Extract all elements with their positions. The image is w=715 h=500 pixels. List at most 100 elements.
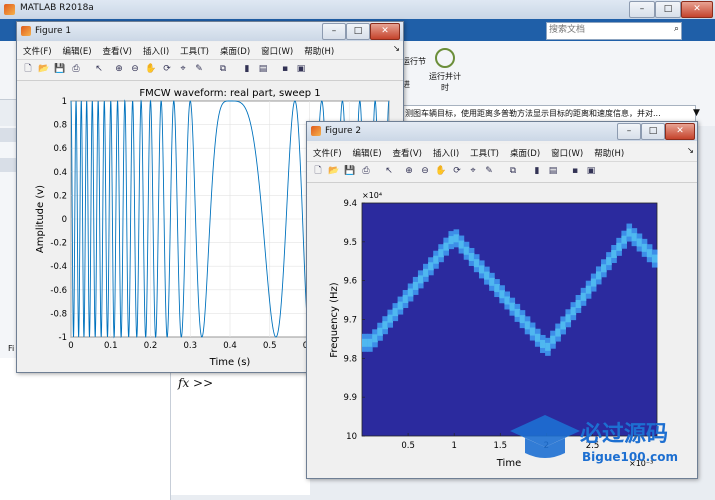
heatmap-cell bbox=[397, 301, 404, 310]
legend-icon[interactable]: ▤ bbox=[547, 165, 559, 177]
new-figure-icon[interactable]: 🗋 bbox=[312, 165, 324, 177]
y-tick-label: 0.8 bbox=[53, 121, 67, 131]
figure2-menubar: 文件(F) 编辑(E) 查看(V) 插入(I) 工具(T) 桌面(D) 窗口(W) 帮助(H)… bbox=[307, 144, 697, 162]
maximize-button[interactable]: □ bbox=[655, 1, 681, 18]
show-plot-tools-icon[interactable]: ▣ bbox=[295, 63, 307, 75]
figure1-maximize-button[interactable]: □ bbox=[346, 23, 370, 40]
command-prompt: fx >> bbox=[178, 376, 214, 390]
heatmap-cell bbox=[473, 259, 480, 268]
figure2-titlebar[interactable]: Figure 2 – □ ✕ bbox=[307, 122, 697, 141]
menu-desktop[interactable]: 桌面(D) bbox=[214, 42, 255, 57]
y-tick-label: 9.8 bbox=[343, 354, 357, 364]
close-button[interactable]: ✕ bbox=[681, 1, 713, 18]
figure1-close-button[interactable]: ✕ bbox=[370, 23, 400, 40]
heatmap-cell bbox=[377, 327, 383, 336]
menu-window[interactable]: 窗口(W) bbox=[545, 144, 588, 159]
run-and-time-button[interactable]: 运行并计时 bbox=[428, 48, 462, 93]
rotate-icon[interactable]: ⟳ bbox=[161, 63, 173, 75]
heatmap-cell bbox=[382, 321, 388, 330]
print-icon[interactable]: ⎙ bbox=[70, 63, 82, 75]
heatmap-cell bbox=[362, 338, 368, 347]
zoom-out-icon[interactable]: ⊖ bbox=[129, 63, 141, 75]
print-icon[interactable]: ⎙ bbox=[360, 165, 372, 177]
y-tick-label: 9.5 bbox=[343, 238, 357, 248]
rotate-icon[interactable]: ⟳ bbox=[451, 165, 463, 177]
heatmap-cell bbox=[651, 254, 658, 263]
brush-icon[interactable]: ✎ bbox=[193, 63, 205, 75]
menu-tools[interactable]: 工具(T) bbox=[464, 144, 504, 159]
minimize-button[interactable]: – bbox=[629, 1, 655, 18]
pan-icon[interactable]: ✋ bbox=[435, 165, 447, 177]
menu-view[interactable]: 查看(V) bbox=[387, 144, 427, 159]
menu-window[interactable]: 窗口(W) bbox=[255, 42, 298, 57]
menu-file[interactable]: 文件(F) bbox=[307, 144, 347, 159]
panel-tab[interactable] bbox=[0, 128, 16, 142]
menu-tools[interactable]: 工具(T) bbox=[174, 42, 214, 57]
dock-arrow-icon[interactable]: ↘ bbox=[393, 44, 400, 54]
menu-edit[interactable]: 编辑(E) bbox=[57, 42, 97, 57]
data-cursor-icon[interactable]: ⌖ bbox=[467, 165, 479, 177]
heatmap-cell bbox=[423, 268, 429, 277]
heatmap-cell bbox=[540, 339, 546, 348]
x-axis-label: Time (s) bbox=[209, 357, 251, 368]
figure1-titlebar[interactable]: Figure 1 – □ ✕ bbox=[17, 22, 403, 41]
heatmap-cell bbox=[590, 278, 597, 287]
save-icon[interactable]: 💾 bbox=[54, 63, 66, 75]
zoom-in-icon[interactable]: ⊕ bbox=[113, 63, 125, 75]
panel-tab[interactable] bbox=[0, 158, 16, 172]
zoom-in-icon[interactable]: ⊕ bbox=[403, 165, 415, 177]
dock-arrow-icon[interactable]: ↘ bbox=[687, 146, 694, 156]
menu-edit[interactable]: 编辑(E) bbox=[347, 144, 387, 159]
data-cursor-icon[interactable]: ⌖ bbox=[177, 63, 189, 75]
figure1-toolbar: 🗋 📂 💾 ⎙ ↖ ⊕ ⊖ ✋ ⟳ ⌖ ✎ ⧉ ▮ ▤ ▪ ▣ bbox=[17, 60, 403, 81]
figure2-close-button[interactable]: ✕ bbox=[665, 123, 695, 140]
search-input[interactable] bbox=[547, 23, 669, 37]
colorbar-icon[interactable]: ▮ bbox=[531, 165, 543, 177]
run-section-button[interactable]: 运行节 进 bbox=[402, 56, 426, 90]
edit-plot-icon[interactable]: ↖ bbox=[383, 165, 395, 177]
x-tick-label: 0.1 bbox=[104, 341, 118, 351]
brush-icon[interactable]: ✎ bbox=[483, 165, 495, 177]
menu-help[interactable]: 帮助(H) bbox=[588, 144, 629, 159]
search-icon[interactable]: ⌕ bbox=[674, 24, 679, 34]
address-dropdown-icon[interactable]: ▼ bbox=[693, 108, 700, 118]
legend-icon[interactable]: ▤ bbox=[257, 63, 269, 75]
link-plot-icon[interactable]: ⧉ bbox=[507, 165, 519, 177]
figure2-minimize-button[interactable]: – bbox=[617, 123, 641, 140]
colorbar-icon[interactable]: ▮ bbox=[241, 63, 253, 75]
figure1-minimize-button[interactable]: – bbox=[322, 23, 346, 40]
menu-insert[interactable]: 插入(I) bbox=[137, 42, 174, 57]
menu-view[interactable]: 查看(V) bbox=[97, 42, 137, 57]
heatmap-cell bbox=[646, 249, 653, 258]
hide-plot-tools-icon[interactable]: ▪ bbox=[279, 63, 291, 75]
menu-file[interactable]: 文件(F) bbox=[17, 42, 57, 57]
y-tick-label: 0.6 bbox=[53, 144, 67, 154]
edit-plot-icon[interactable]: ↖ bbox=[93, 63, 105, 75]
y-tick-label: -1 bbox=[59, 333, 67, 343]
figure-logo-icon bbox=[21, 26, 31, 36]
heatmap-cell bbox=[514, 308, 521, 317]
y-tick-label: 9.7 bbox=[343, 316, 357, 326]
heatmap-cell bbox=[641, 243, 648, 252]
hide-plot-tools-icon[interactable]: ▪ bbox=[569, 165, 581, 177]
save-icon[interactable]: 💾 bbox=[344, 165, 356, 177]
pan-icon[interactable]: ✋ bbox=[145, 63, 157, 75]
menu-insert[interactable]: 插入(I) bbox=[427, 144, 464, 159]
y-tick-label: 0.2 bbox=[53, 191, 67, 201]
open-file-icon[interactable]: 📂 bbox=[38, 63, 50, 75]
link-plot-icon[interactable]: ⧉ bbox=[217, 63, 229, 75]
x-tick-label: 0.3 bbox=[183, 341, 197, 351]
menu-help[interactable]: 帮助(H) bbox=[298, 42, 339, 57]
search-documentation[interactable]: ⌕ bbox=[546, 22, 682, 40]
open-file-icon[interactable]: 📂 bbox=[328, 165, 340, 177]
show-plot-tools-icon[interactable]: ▣ bbox=[585, 165, 597, 177]
heatmap-cell bbox=[575, 299, 582, 308]
zoom-out-icon[interactable]: ⊖ bbox=[419, 165, 431, 177]
heatmap-cell bbox=[529, 327, 536, 336]
x-tick-label: 0.5 bbox=[401, 441, 415, 451]
heatmap-cell bbox=[463, 246, 470, 255]
heatmap-cell bbox=[626, 228, 633, 237]
new-figure-icon[interactable]: 🗋 bbox=[22, 63, 34, 75]
menu-desktop[interactable]: 桌面(D) bbox=[504, 144, 545, 159]
figure2-maximize-button[interactable]: □ bbox=[641, 123, 665, 140]
